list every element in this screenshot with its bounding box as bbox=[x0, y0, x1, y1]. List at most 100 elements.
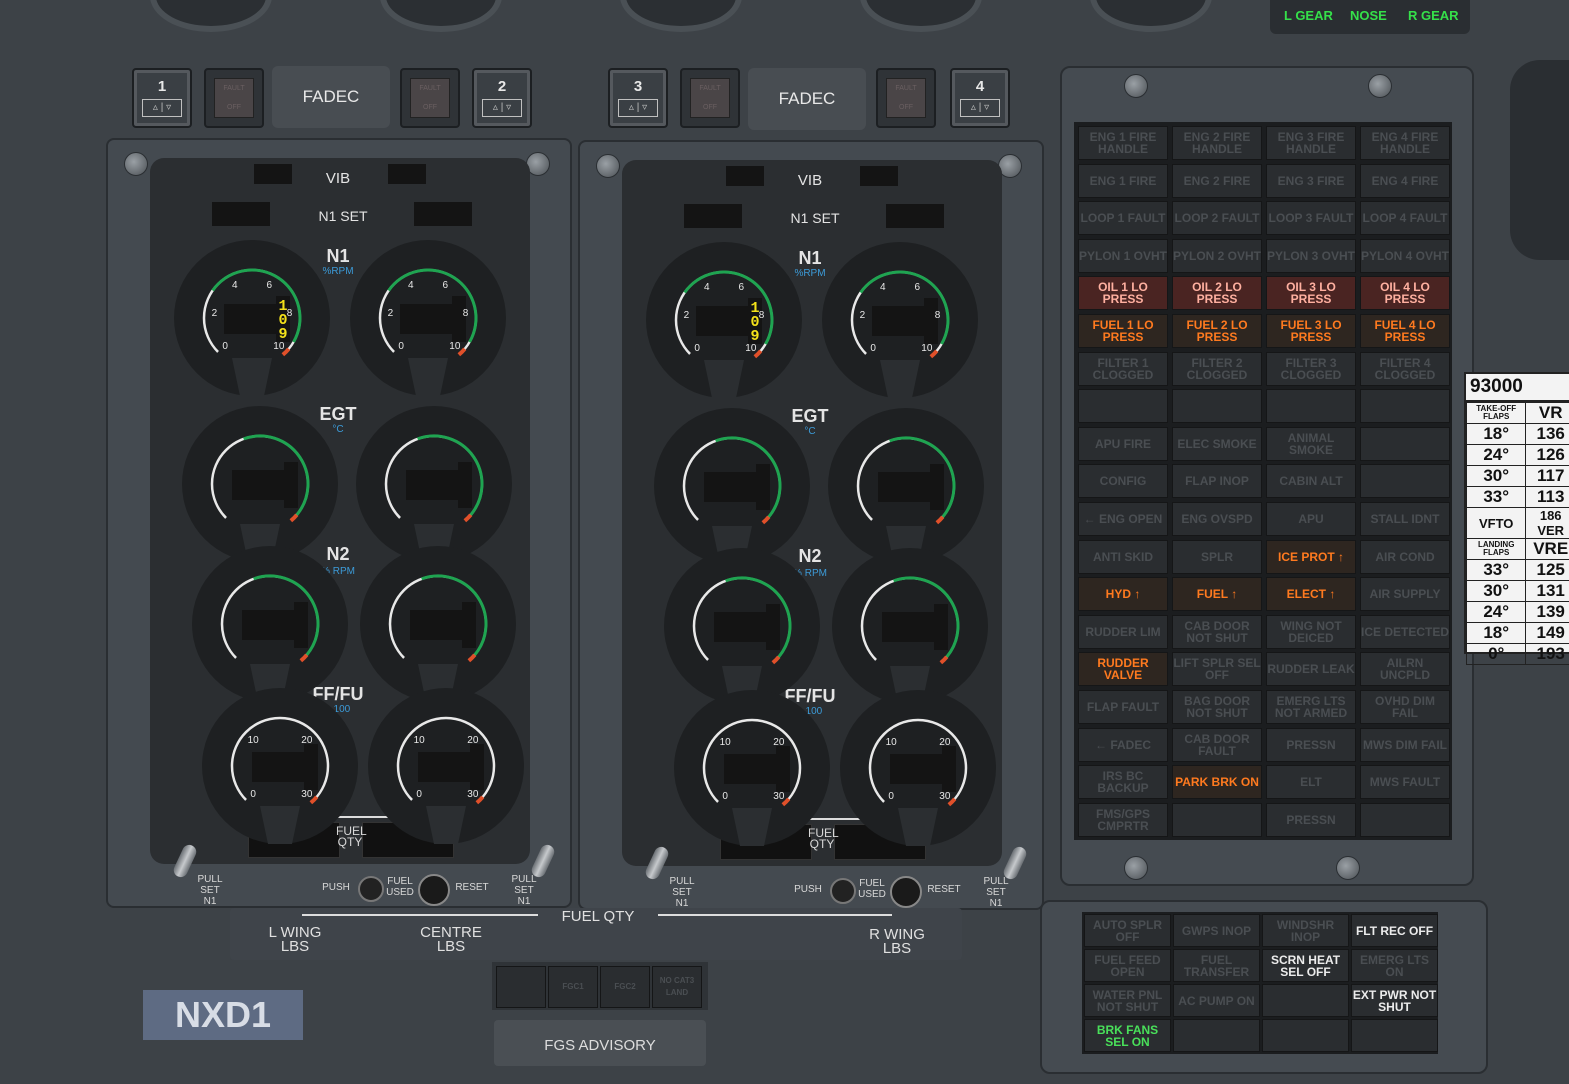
lower-annunciator-2-2[interactable] bbox=[1262, 984, 1349, 1017]
lower-annunciator-3-2[interactable] bbox=[1262, 1019, 1349, 1052]
annunciator-1-2[interactable]: ENG 3 FIRE bbox=[1266, 163, 1356, 198]
right-edge-knob[interactable] bbox=[1510, 60, 1569, 260]
lower-annunciator-3-1[interactable] bbox=[1173, 1019, 1260, 1052]
annunciator-12-3[interactable]: AIR SUPPLY bbox=[1360, 577, 1450, 612]
annunciator-2-1[interactable]: LOOP 2 FAULT bbox=[1172, 201, 1262, 236]
fgs-light-3[interactable]: NO CAT3 LAND bbox=[652, 966, 702, 1008]
annunciator-13-1[interactable]: CAB DOOR NOT SHUT bbox=[1172, 614, 1262, 649]
lower-annunciator-1-3[interactable]: EMERG LTS ON bbox=[1351, 949, 1438, 982]
annunciator-13-3[interactable]: ICE DETECTED bbox=[1360, 614, 1450, 649]
lower-annunciator-1-0[interactable]: FUEL FEED OPEN bbox=[1084, 949, 1171, 982]
annunciator-0-1[interactable]: ENG 2 FIRE HANDLE bbox=[1172, 126, 1262, 160]
annunciator-17-3[interactable]: MWS FAULT bbox=[1360, 765, 1450, 800]
annunciator-1-1[interactable]: ENG 2 FIRE bbox=[1172, 163, 1262, 198]
annunciator-15-1[interactable]: BAG DOOR NOT SHUT bbox=[1172, 690, 1262, 724]
annunciator-0-2[interactable]: ENG 3 FIRE HANDLE bbox=[1266, 126, 1356, 160]
annunciator-16-2[interactable]: PRESSN bbox=[1266, 727, 1356, 762]
engine-2-select-button[interactable]: 2 ▵ | ▿ bbox=[472, 68, 532, 128]
annunciator-2-2[interactable]: LOOP 3 FAULT bbox=[1266, 201, 1356, 236]
lower-annunciator-2-3[interactable]: EXT PWR NOT SHUT bbox=[1351, 984, 1438, 1017]
annunciator-8-0[interactable]: APU FIRE bbox=[1078, 426, 1168, 461]
lower-annunciator-0-3[interactable]: FLT REC OFF bbox=[1351, 914, 1438, 947]
fuel-used-reset-knob[interactable] bbox=[890, 876, 922, 908]
annunciator-6-1[interactable]: FILTER 2 CLOGGED bbox=[1172, 351, 1262, 386]
annunciator-14-3[interactable]: AILRN UNCPLD bbox=[1360, 652, 1450, 687]
lower-annunciator-0-1[interactable]: GWPS INOP bbox=[1173, 914, 1260, 947]
annunciator-14-0[interactable]: RUDDER VALVE bbox=[1078, 652, 1168, 687]
annunciator-16-0[interactable]: ← FADEC bbox=[1078, 727, 1168, 762]
annunciator-3-2[interactable]: PYLON 3 OVHT bbox=[1266, 238, 1356, 273]
annunciator-0-3[interactable]: ENG 4 FIRE HANDLE bbox=[1360, 126, 1450, 160]
annunciator-5-3[interactable]: FUEL 4 LO PRESS bbox=[1360, 314, 1450, 348]
fadec-4-fault-button[interactable]: FAULT OFF bbox=[876, 68, 936, 128]
annunciator-18-1[interactable] bbox=[1172, 802, 1262, 837]
annunciator-16-3[interactable]: MWS DIM FAIL bbox=[1360, 727, 1450, 762]
annunciator-12-0[interactable]: HYD ↑ bbox=[1078, 577, 1168, 612]
annunciator-9-2[interactable]: CABIN ALT bbox=[1266, 464, 1356, 499]
fgs-light-0[interactable] bbox=[496, 966, 546, 1008]
lower-annunciator-1-2[interactable]: SCRN HEAT SEL OFF bbox=[1262, 949, 1349, 982]
lower-annunciator-2-0[interactable]: WATER PNL NOT SHUT bbox=[1084, 984, 1171, 1017]
annunciator-9-0[interactable]: CONFIG bbox=[1078, 464, 1168, 499]
annunciator-18-2[interactable]: PRESSN bbox=[1266, 802, 1356, 837]
annunciator-7-1[interactable] bbox=[1172, 389, 1262, 424]
annunciator-7-2[interactable] bbox=[1266, 389, 1356, 424]
annunciator-8-1[interactable]: ELEC SMOKE bbox=[1172, 426, 1262, 461]
engine-3-select-button[interactable]: 3 ▵ | ▿ bbox=[608, 68, 668, 128]
annunciator-9-3[interactable] bbox=[1360, 464, 1450, 499]
annunciator-4-1[interactable]: OIL 2 LO PRESS bbox=[1172, 276, 1262, 311]
lower-annunciator-0-2[interactable]: WINDSHR INOP bbox=[1262, 914, 1349, 947]
annunciator-14-1[interactable]: LIFT SPLR SEL OFF bbox=[1172, 652, 1262, 687]
annunciator-0-0[interactable]: ENG 1 FIRE HANDLE bbox=[1078, 126, 1168, 160]
annunciator-11-0[interactable]: ANTI SKID bbox=[1078, 539, 1168, 574]
annunciator-17-0[interactable]: IRS BC BACKUP bbox=[1078, 765, 1168, 800]
annunciator-10-2[interactable]: APU bbox=[1266, 502, 1356, 536]
annunciator-16-1[interactable]: CAB DOOR FAULT bbox=[1172, 727, 1262, 762]
fadec-3-fault-button[interactable]: FAULT OFF bbox=[680, 68, 740, 128]
annunciator-18-3[interactable] bbox=[1360, 802, 1450, 837]
fadec-2-fault-button[interactable]: FAULT OFF bbox=[400, 68, 460, 128]
annunciator-1-0[interactable]: ENG 1 FIRE bbox=[1078, 163, 1168, 198]
annunciator-15-3[interactable]: OVHD DIM FAIL bbox=[1360, 690, 1450, 724]
annunciator-10-1[interactable]: ENG OVSPD bbox=[1172, 502, 1262, 536]
engine-1-select-button[interactable]: 1 ▵ | ▿ bbox=[132, 68, 192, 128]
annunciator-5-0[interactable]: FUEL 1 LO PRESS bbox=[1078, 314, 1168, 348]
annunciator-2-0[interactable]: LOOP 1 FAULT bbox=[1078, 201, 1168, 236]
annunciator-15-0[interactable]: FLAP FAULT bbox=[1078, 690, 1168, 724]
lower-annunciator-3-3[interactable] bbox=[1351, 1019, 1438, 1052]
annunciator-12-2[interactable]: ELECT ↑ bbox=[1266, 577, 1356, 612]
engine-4-select-button[interactable]: 4 ▵ | ▿ bbox=[950, 68, 1010, 128]
annunciator-13-0[interactable]: RUDDER LIM bbox=[1078, 614, 1168, 649]
annunciator-8-2[interactable]: ANIMAL SMOKE bbox=[1266, 426, 1356, 461]
annunciator-6-0[interactable]: FILTER 1 CLOGGED bbox=[1078, 351, 1168, 386]
annunciator-10-0[interactable]: ← ENG OPEN bbox=[1078, 502, 1168, 536]
lower-annunciator-1-1[interactable]: FUEL TRANSFER bbox=[1173, 949, 1260, 982]
fuel-used-reset-knob[interactable] bbox=[418, 874, 450, 906]
fgs-light-2[interactable]: FGC2 bbox=[600, 966, 650, 1008]
annunciator-6-2[interactable]: FILTER 3 CLOGGED bbox=[1266, 351, 1356, 386]
lower-annunciator-3-0[interactable]: BRK FANS SEL ON bbox=[1084, 1019, 1171, 1052]
annunciator-3-0[interactable]: PYLON 1 OVHT bbox=[1078, 238, 1168, 273]
annunciator-3-1[interactable]: PYLON 2 OVHT bbox=[1172, 238, 1262, 273]
annunciator-11-1[interactable]: SPLR bbox=[1172, 539, 1262, 574]
annunciator-4-2[interactable]: OIL 3 LO PRESS bbox=[1266, 276, 1356, 311]
annunciator-11-3[interactable]: AIR COND bbox=[1360, 539, 1450, 574]
annunciator-3-3[interactable]: PYLON 4 OVHT bbox=[1360, 238, 1450, 273]
fgs-light-1[interactable]: FGC1 bbox=[548, 966, 598, 1008]
annunciator-12-1[interactable]: FUEL ↑ bbox=[1172, 577, 1262, 612]
annunciator-18-0[interactable]: FMS/GPS CMPRTR bbox=[1078, 802, 1168, 837]
annunciator-9-1[interactable]: FLAP INOP bbox=[1172, 464, 1262, 499]
lower-annunciator-0-0[interactable]: AUTO SPLR OFF bbox=[1084, 914, 1171, 947]
annunciator-15-2[interactable]: EMERG LTS NOT ARMED bbox=[1266, 690, 1356, 724]
annunciator-6-3[interactable]: FILTER 4 CLOGGED bbox=[1360, 351, 1450, 386]
annunciator-11-2[interactable]: ICE PROT ↑ bbox=[1266, 539, 1356, 574]
annunciator-1-3[interactable]: ENG 4 FIRE bbox=[1360, 163, 1450, 198]
annunciator-10-3[interactable]: STALL IDNT bbox=[1360, 502, 1450, 536]
annunciator-13-2[interactable]: WING NOT DEICED bbox=[1266, 614, 1356, 649]
annunciator-17-1[interactable]: PARK BRK ON bbox=[1172, 765, 1262, 800]
annunciator-7-3[interactable] bbox=[1360, 389, 1450, 424]
annunciator-2-3[interactable]: LOOP 4 FAULT bbox=[1360, 201, 1450, 236]
annunciator-4-0[interactable]: OIL 1 LO PRESS bbox=[1078, 276, 1168, 311]
annunciator-14-2[interactable]: RUDDER LEAK bbox=[1266, 652, 1356, 687]
fadec-1-fault-button[interactable]: FAULT OFF bbox=[204, 68, 264, 128]
